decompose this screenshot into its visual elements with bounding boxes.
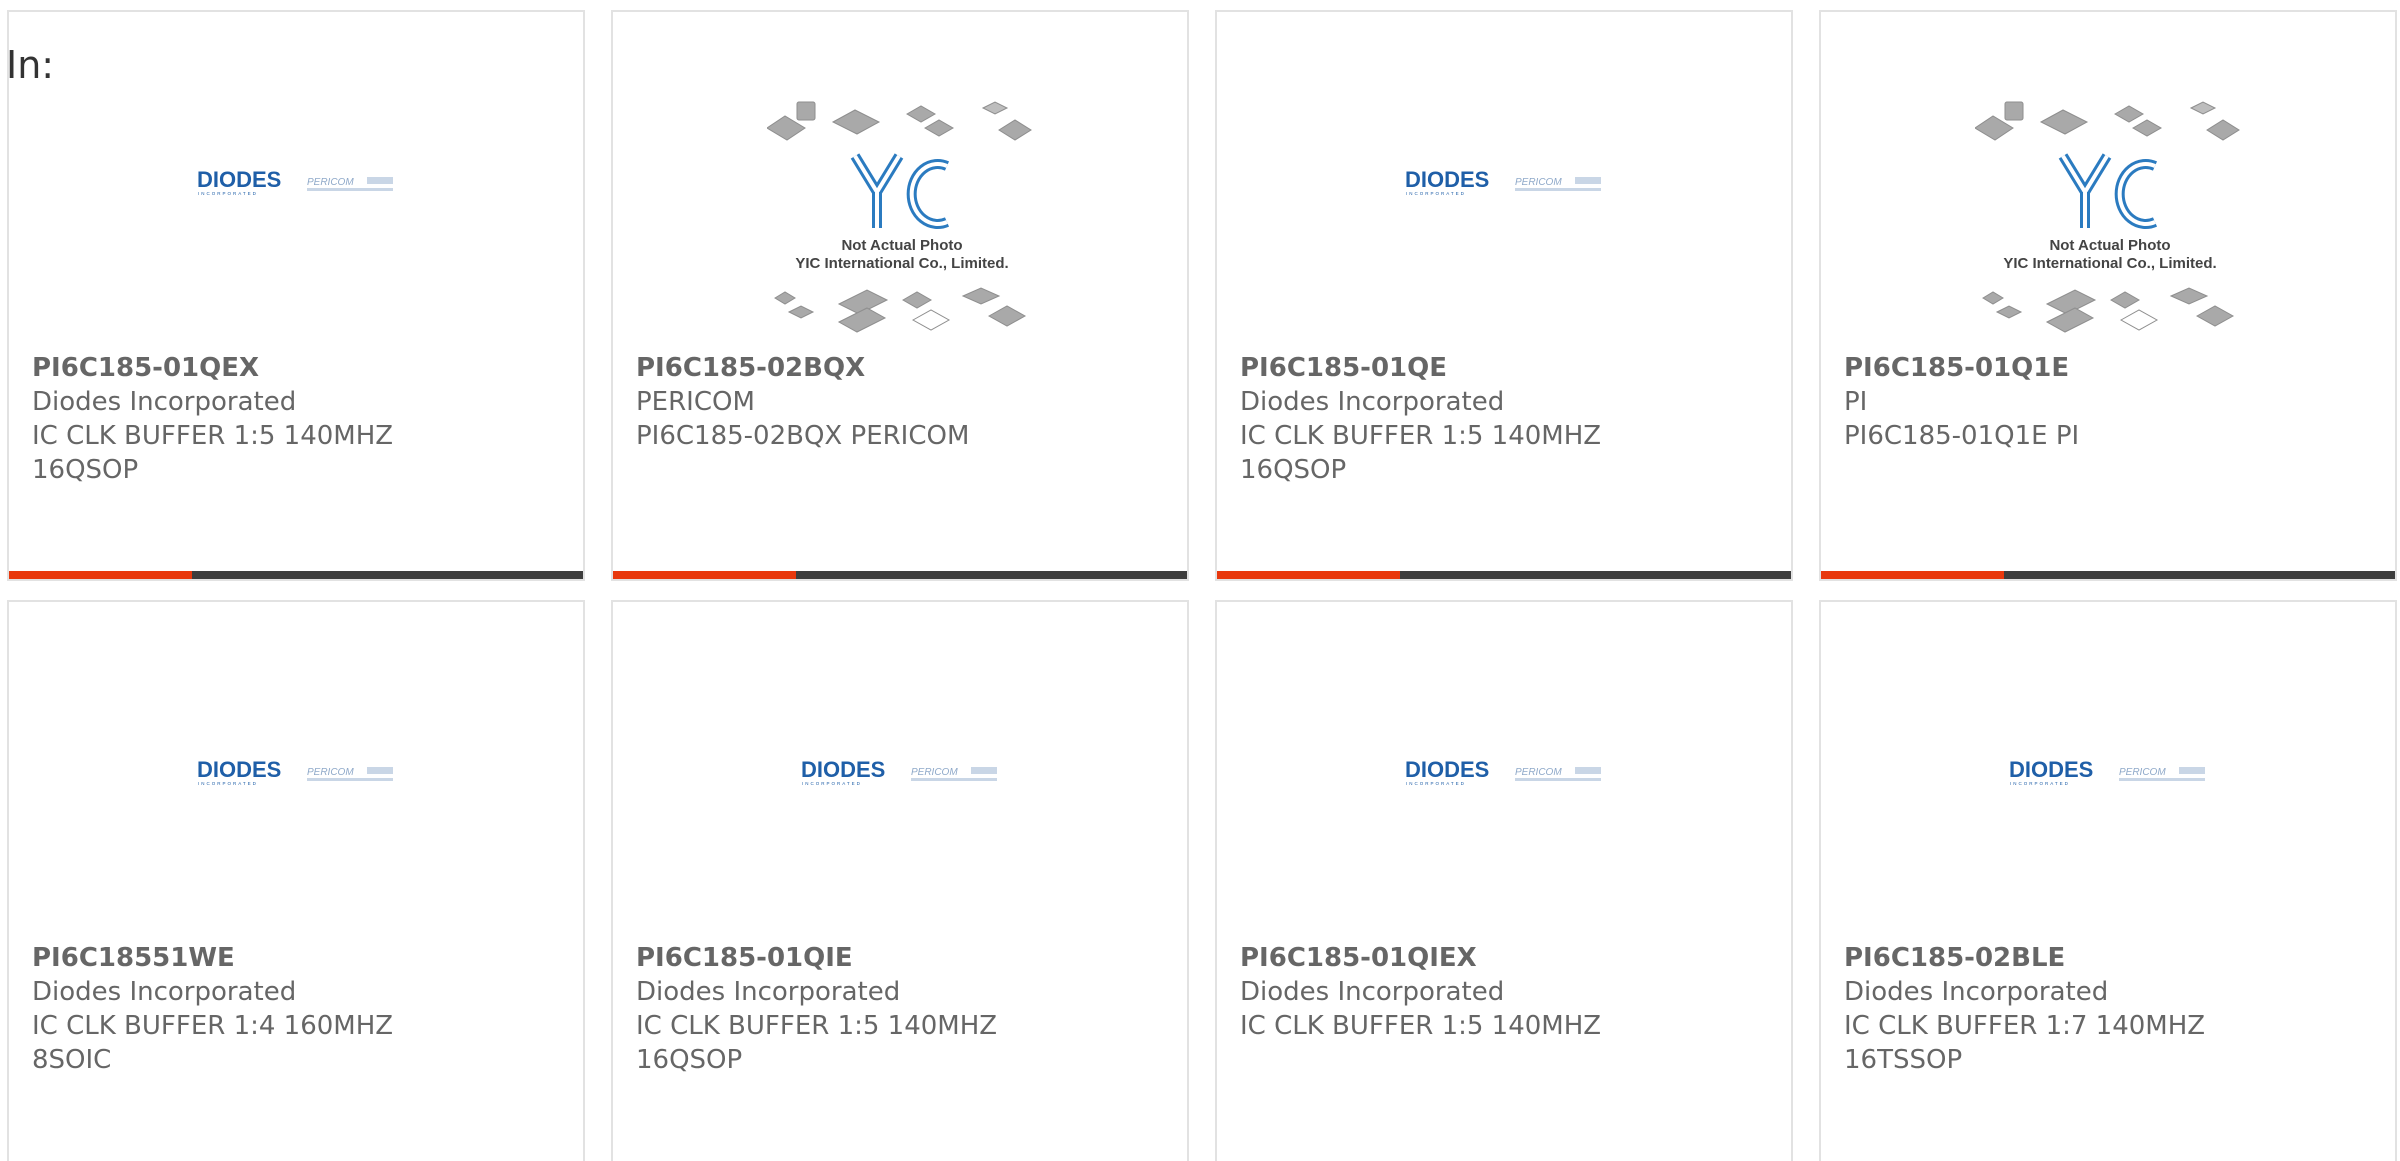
card-accent-bar [9,571,192,579]
product-image[interactable]: Not Actual Photo YIC International Co., … [613,12,1187,352]
pericom-logo-text: PERICOM [307,177,354,188]
description-line: 16QSOP [32,455,139,485]
diodes-logo-text: DIODES [197,167,281,192]
product-card[interactable]: DIODES INCORPORATED PERICOM PI6C185-01QI… [611,600,1189,1161]
product-card[interactable]: DIODES INCORPORATED PERICOM PI6C185-01QE… [7,10,585,581]
product-card[interactable]: DIODES INCORPORATED PERICOM PI6C18551WE … [7,600,585,1161]
card-accent-bar [1217,571,1400,579]
product-info: PI6C185-01QE Diodes Incorporated IC CLK … [1240,351,1771,487]
diodes-logo-text: DIODES [1405,757,1489,782]
product-info: PI6C185-01QIE Diodes Incorporated IC CLK… [636,941,1167,1077]
product-image[interactable]: DIODES INCORPORATED PERICOM [9,12,583,352]
part-number[interactable]: PI6C185-02BLE [1844,941,2375,975]
description-line: IC CLK BUFFER 1:5 140MHZ [32,421,394,451]
part-number[interactable]: PI6C185-01QIEX [1240,941,1771,975]
diodes-pericom-logo: DIODES INCORPORATED PERICOM [801,757,997,786]
diodes-logo-subtext: INCORPORATED [198,191,258,196]
filter-label: In: [6,43,55,87]
product-info: PI6C18551WE Diodes Incorporated IC CLK B… [32,941,563,1077]
manufacturer: Diodes Incorporated [1240,387,1505,417]
pericom-logo-text: PERICOM [1515,177,1562,188]
pericom-logo-text: PERICOM [2119,767,2166,778]
pericom-logo-text: PERICOM [911,767,958,778]
part-number[interactable]: PI6C185-01QIE [636,941,1167,975]
product-image[interactable]: DIODES INCORPORATED PERICOM [1821,602,2395,942]
card-bottom-bar [1821,571,2395,579]
description-line: PI6C185-01Q1E PI [1844,421,2080,451]
manufacturer: Diodes Incorporated [1240,977,1505,1007]
diodes-logo-text: DIODES [1405,167,1489,192]
card-bottom-bar [1217,571,1791,579]
manufacturer: PERICOM [636,387,755,417]
product-info: PI6C185-01QIEX Diodes Incorporated IC CL… [1240,941,1771,1043]
diodes-logo-subtext: INCORPORATED [1406,191,1466,196]
part-number[interactable]: PI6C185-01QEX [32,351,563,385]
product-info: PI6C185-01QEX Diodes Incorporated IC CLK… [32,351,563,487]
product-image[interactable]: DIODES INCORPORATED PERICOM [1217,12,1791,352]
yic-placeholder-image: Not Actual Photo YIC International Co., … [767,101,1032,333]
card-accent-bar [613,571,796,579]
yic-caption-line1: Not Actual Photo [841,237,962,254]
product-card[interactable]: DIODES INCORPORATED PERICOM PI6C185-01QE… [1215,10,1793,581]
product-grid-page: In: DIODES INCORPORATED PERICOM PI6C185-… [0,0,2400,1161]
part-number[interactable]: PI6C18551WE [32,941,563,975]
diodes-logo-text: DIODES [2009,757,2093,782]
product-image[interactable]: DIODES INCORPORATED PERICOM [613,602,1187,942]
description-line: 16QSOP [636,1045,743,1075]
diodes-pericom-logo: DIODES INCORPORATED PERICOM [1405,757,1601,786]
part-number[interactable]: PI6C185-01Q1E [1844,351,2375,385]
diodes-logo-subtext: INCORPORATED [198,781,258,786]
diodes-pericom-logo: DIODES INCORPORATED PERICOM [197,167,393,196]
product-image[interactable]: DIODES INCORPORATED PERICOM [9,602,583,942]
manufacturer: Diodes Incorporated [32,977,297,1007]
diodes-pericom-logo: DIODES INCORPORATED PERICOM [1405,167,1601,196]
description-line: IC CLK BUFFER 1:7 140MHZ [1844,1011,2206,1041]
yic-caption-line2: YIC International Co., Limited. [795,255,1008,272]
pericom-logo-text: PERICOM [1515,767,1562,778]
description-line: IC CLK BUFFER 1:4 160MHZ [32,1011,394,1041]
diodes-logo-subtext: INCORPORATED [802,781,862,786]
yic-caption-line2: YIC International Co., Limited. [2003,255,2216,272]
diodes-logo-subtext: INCORPORATED [1406,781,1466,786]
description-line: IC CLK BUFFER 1:5 140MHZ [636,1011,998,1041]
card-bottom-bar [613,571,1187,579]
part-number[interactable]: PI6C185-02BQX [636,351,1167,385]
product-image[interactable]: DIODES INCORPORATED PERICOM [1217,602,1791,942]
product-info: PI6C185-02BLE Diodes Incorporated IC CLK… [1844,941,2375,1077]
diodes-pericom-logo: DIODES INCORPORATED PERICOM [197,757,393,786]
manufacturer: PI [1844,387,1868,417]
product-image[interactable]: Not Actual Photo YIC International Co., … [1821,12,2395,352]
card-bottom-bar [9,571,583,579]
product-card[interactable]: DIODES INCORPORATED PERICOM PI6C185-01QI… [1215,600,1793,1161]
product-info: PI6C185-01Q1E PI PI6C185-01Q1E PI [1844,351,2375,453]
card-accent-bar [1821,571,2004,579]
diodes-logo-subtext: INCORPORATED [2010,781,2070,786]
diodes-logo-text: DIODES [801,757,885,782]
pericom-logo-text: PERICOM [307,767,354,778]
manufacturer: Diodes Incorporated [1844,977,2109,1007]
diodes-pericom-logo: DIODES INCORPORATED PERICOM [2009,757,2205,786]
description-line: 16QSOP [1240,455,1347,485]
manufacturer: Diodes Incorporated [636,977,901,1007]
description-line: IC CLK BUFFER 1:5 140MHZ [1240,421,1602,451]
yic-caption-line1: Not Actual Photo [2049,237,2170,254]
description-line: IC CLK BUFFER 1:5 140MHZ [1240,1011,1602,1041]
description-line: 8SOIC [32,1045,112,1075]
manufacturer: Diodes Incorporated [32,387,297,417]
yic-placeholder-image: Not Actual Photo YIC International Co., … [1975,101,2240,333]
product-card[interactable]: DIODES INCORPORATED PERICOM PI6C185-02BL… [1819,600,2397,1161]
product-card[interactable]: Not Actual Photo YIC International Co., … [1819,10,2397,581]
product-grid: DIODES INCORPORATED PERICOM PI6C185-01QE… [7,10,2400,1161]
description-line: 16TSSOP [1844,1045,1963,1075]
diodes-logo-text: DIODES [197,757,281,782]
description-line: PI6C185-02BQX PERICOM [636,421,970,451]
product-info: PI6C185-02BQX PERICOM PI6C185-02BQX PERI… [636,351,1167,453]
product-card[interactable]: Not Actual Photo YIC International Co., … [611,10,1189,581]
part-number[interactable]: PI6C185-01QE [1240,351,1771,385]
